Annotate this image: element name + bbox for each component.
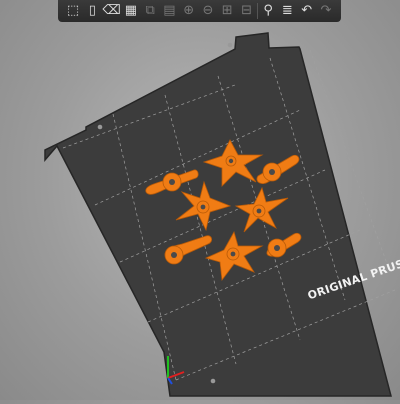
mounting-hole	[97, 124, 103, 130]
layers-icon[interactable]: ≣	[278, 2, 296, 20]
paste-icon[interactable]: ▤	[160, 2, 178, 20]
remove-instance-icon[interactable]: ⊖	[199, 2, 217, 20]
mounting-hole	[227, 42, 233, 48]
toolbar-separator	[256, 3, 258, 19]
print-bed	[44, 32, 396, 397]
undo-icon[interactable]: ↶	[298, 2, 316, 20]
search-icon[interactable]: ⚲	[259, 2, 277, 20]
copy-icon[interactable]: ⧉	[141, 2, 159, 20]
delete-all-icon[interactable]: ⌫	[102, 2, 120, 20]
3d-viewport[interactable]: ORIGINAL PRUSA M	[0, 0, 400, 400]
delete-icon[interactable]: ▯	[83, 2, 101, 20]
redo-icon[interactable]: ↷	[317, 2, 335, 20]
top-toolbar: ⬚ ▯ ⌫ ▦ ⧉ ▤ ⊕ ⊖ ⊞ ⊟ ⚲ ≣ ↶ ↷	[58, 0, 341, 22]
print-bed-surface	[44, 32, 392, 397]
mounting-hole	[210, 378, 216, 384]
arrange-icon[interactable]: ▦	[122, 2, 140, 20]
add-object-icon[interactable]: ⬚	[64, 2, 82, 20]
add-instance-icon[interactable]: ⊕	[180, 2, 198, 20]
split-parts-icon[interactable]: ⊟	[238, 2, 256, 20]
viewport-canvas[interactable]	[0, 0, 400, 400]
split-objects-icon[interactable]: ⊞	[218, 2, 236, 20]
